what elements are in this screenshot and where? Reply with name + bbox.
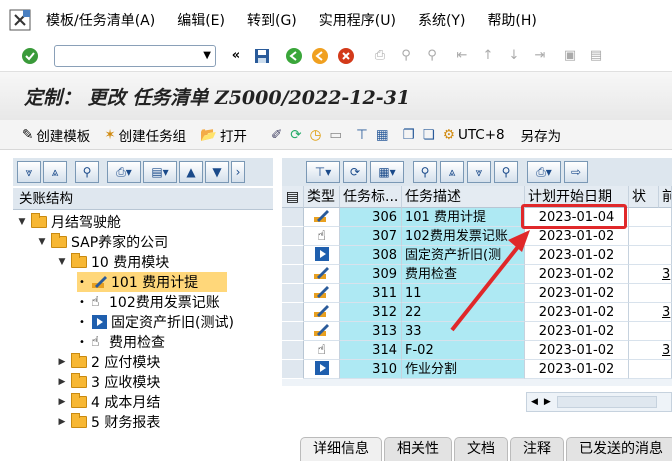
annotation-arrow — [450, 230, 530, 332]
